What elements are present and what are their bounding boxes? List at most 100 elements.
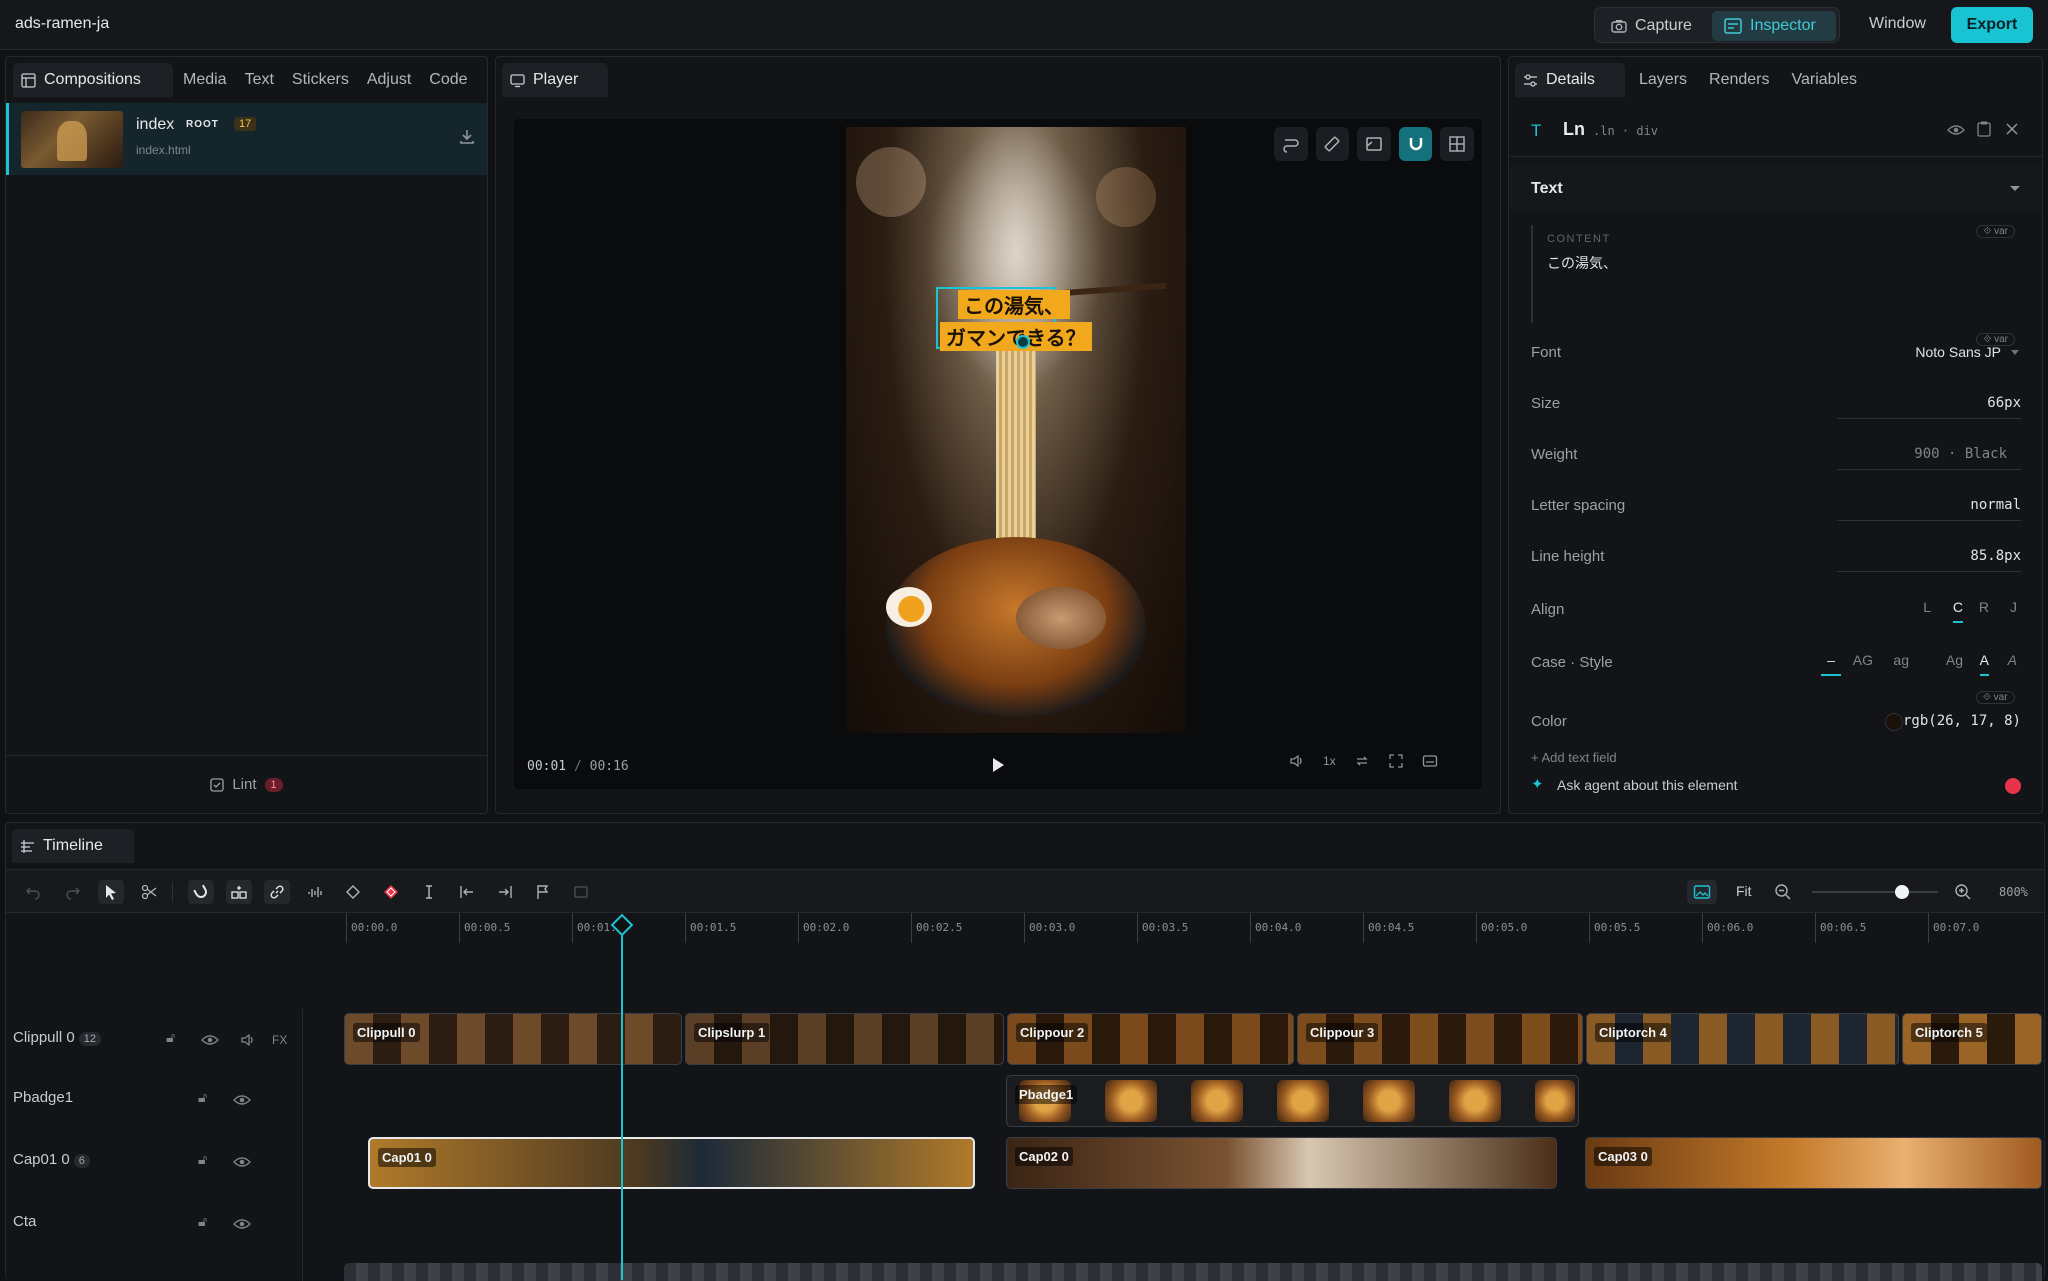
captions-icon[interactable] bbox=[1422, 753, 1438, 769]
composition-item[interactable]: index ROOT 17 index.html bbox=[6, 103, 487, 175]
eye-icon[interactable] bbox=[201, 1033, 219, 1047]
tab-details[interactable]: Details bbox=[1515, 63, 1625, 97]
playhead[interactable] bbox=[610, 913, 634, 1280]
tab-media[interactable]: Media bbox=[175, 63, 235, 97]
inspector-button[interactable]: Inspector bbox=[1712, 11, 1836, 41]
window-menu[interactable]: Window bbox=[1869, 15, 1926, 33]
clipboard-icon[interactable] bbox=[1977, 121, 1991, 137]
grid-toggle-button[interactable] bbox=[1440, 127, 1474, 161]
tab-timeline[interactable]: Timeline bbox=[12, 829, 134, 863]
time-ruler[interactable]: 00:00.0 00:00.5 00:01.0 00:01.5 00:02.0 00:02… bbox=[346, 913, 2044, 943]
color-swatch[interactable] bbox=[1885, 713, 1903, 731]
redo-button[interactable] bbox=[60, 880, 86, 904]
lock-icon[interactable]: 🔓︎ bbox=[198, 1089, 207, 1106]
clip[interactable]: Cliptorch 4 bbox=[1586, 1013, 1899, 1065]
size-input[interactable]: 66px bbox=[1837, 389, 2021, 419]
clip[interactable]: Pbadge1 bbox=[1006, 1075, 1579, 1127]
clip[interactable]: Cap02 0 bbox=[1006, 1137, 1557, 1189]
select-tool-button[interactable] bbox=[98, 880, 124, 904]
fit-button[interactable]: Fit bbox=[1736, 883, 1752, 899]
tab-player[interactable]: Player bbox=[502, 63, 608, 97]
ask-agent-row[interactable]: ✦ Ask agent about this element bbox=[1531, 774, 2021, 798]
align-center[interactable]: C bbox=[1952, 599, 1963, 623]
zoom-out-icon[interactable] bbox=[1774, 883, 1792, 901]
eye-icon[interactable] bbox=[233, 1217, 251, 1231]
speaker-icon[interactable] bbox=[240, 1032, 256, 1048]
lint-bar[interactable]: Lint 1 bbox=[6, 755, 487, 813]
snap-toggle-button[interactable] bbox=[1398, 127, 1433, 161]
lock-icon[interactable]: 🔓︎ bbox=[198, 1213, 207, 1230]
undo-button[interactable] bbox=[20, 880, 46, 904]
add-text-field-button[interactable]: + Add text field bbox=[1531, 750, 1617, 765]
keyframe-button[interactable] bbox=[340, 880, 366, 904]
ruler-tool-button[interactable] bbox=[1315, 127, 1350, 161]
align-right[interactable]: R bbox=[1979, 599, 1989, 615]
weight-select[interactable]: 900 · Black bbox=[1837, 440, 2021, 470]
tab-compositions[interactable]: Compositions bbox=[13, 63, 173, 97]
export-button[interactable]: Export bbox=[1951, 7, 2033, 43]
var-chip[interactable]: ⟐ var bbox=[1976, 691, 2015, 704]
eye-icon[interactable] bbox=[1947, 123, 1965, 137]
trim-start-button[interactable] bbox=[454, 880, 480, 904]
style-normal[interactable]: A bbox=[1979, 652, 1989, 676]
rotate-handle-icon[interactable] bbox=[1016, 335, 1030, 349]
split-tool-button[interactable] bbox=[136, 880, 162, 904]
tab-layers[interactable]: Layers bbox=[1631, 63, 1695, 97]
case-title[interactable]: Ag bbox=[1946, 652, 1963, 668]
play-icon[interactable] bbox=[988, 755, 1008, 775]
lock-icon[interactable]: 🔓︎ bbox=[166, 1029, 175, 1046]
download-icon[interactable] bbox=[457, 127, 477, 147]
zoom-slider[interactable] bbox=[1812, 885, 1938, 899]
snapshot-button[interactable] bbox=[568, 880, 594, 904]
zoom-in-icon[interactable] bbox=[1954, 883, 1972, 901]
audio-button[interactable] bbox=[302, 880, 328, 904]
case-upper[interactable]: AG bbox=[1853, 652, 1873, 668]
case-lower[interactable]: ag bbox=[1893, 652, 1909, 668]
eye-icon[interactable] bbox=[233, 1093, 251, 1107]
clip[interactable]: Clipslurp 1 bbox=[685, 1013, 1004, 1065]
align-justify[interactable]: J bbox=[2010, 599, 2017, 615]
clip[interactable]: Cap03 0 bbox=[1585, 1137, 2042, 1189]
link-button[interactable] bbox=[264, 880, 290, 904]
capture-button[interactable]: Capture bbox=[1599, 11, 1709, 41]
text-section-header[interactable]: Text bbox=[1509, 165, 2042, 213]
clip[interactable]: Clippull 0 bbox=[344, 1013, 682, 1065]
fx-button[interactable]: FX bbox=[272, 1033, 287, 1047]
snap-button[interactable] bbox=[188, 880, 214, 904]
align-left[interactable]: L bbox=[1923, 599, 1931, 615]
loop-icon[interactable] bbox=[1354, 753, 1370, 769]
safe-area-button[interactable] bbox=[1357, 127, 1391, 161]
video-preview[interactable]: この湯気、 ガマンできる？ bbox=[846, 127, 1186, 733]
zoom-slider-thumb[interactable] bbox=[1894, 885, 1909, 899]
tab-stickers[interactable]: Stickers bbox=[284, 63, 357, 97]
eye-icon[interactable] bbox=[233, 1155, 251, 1169]
tab-code[interactable]: Code bbox=[421, 63, 475, 97]
content-field[interactable]: CONTENT この湯気、 ⟐ var ⟐ var bbox=[1531, 225, 2021, 346]
caption-line-1[interactable]: この湯気、 bbox=[958, 290, 1070, 319]
fullscreen-icon[interactable] bbox=[1388, 753, 1404, 769]
thumbnail-toggle[interactable] bbox=[1687, 880, 1717, 904]
var-chip[interactable]: ⟐ var bbox=[1976, 225, 2015, 238]
marker-button[interactable] bbox=[530, 880, 556, 904]
lock-icon[interactable]: 🔓︎ bbox=[198, 1151, 207, 1168]
letter-spacing-input[interactable]: normal bbox=[1837, 491, 2021, 521]
volume-icon[interactable] bbox=[1289, 753, 1305, 769]
case-none[interactable]: – bbox=[1821, 652, 1841, 676]
line-height-input[interactable]: 85.8px bbox=[1837, 542, 2021, 572]
tab-variables[interactable]: Variables bbox=[1784, 63, 1866, 97]
clip-partial[interactable] bbox=[344, 1263, 2042, 1281]
add-keyframe-button[interactable] bbox=[378, 880, 404, 904]
clip[interactable]: Clippour 2 bbox=[1007, 1013, 1294, 1065]
clip[interactable]: Clippour 3 bbox=[1297, 1013, 1583, 1065]
style-italic[interactable]: A bbox=[2008, 652, 2017, 668]
trim-end-button[interactable] bbox=[492, 880, 518, 904]
tab-adjust[interactable]: Adjust bbox=[359, 63, 419, 97]
color-value[interactable]: rgb(26, 17, 8) bbox=[1903, 713, 2021, 729]
clip[interactable]: Cap01 0 bbox=[368, 1137, 975, 1189]
clip[interactable]: Cliptorch 5 bbox=[1902, 1013, 2042, 1065]
close-icon[interactable] bbox=[2005, 122, 2019, 136]
speed-selector[interactable]: 1x bbox=[1323, 754, 1336, 768]
caption-line-2[interactable]: ガマンできる？ bbox=[940, 322, 1092, 351]
ripple-button[interactable] bbox=[226, 880, 252, 904]
path-tool-button[interactable] bbox=[1274, 127, 1308, 161]
